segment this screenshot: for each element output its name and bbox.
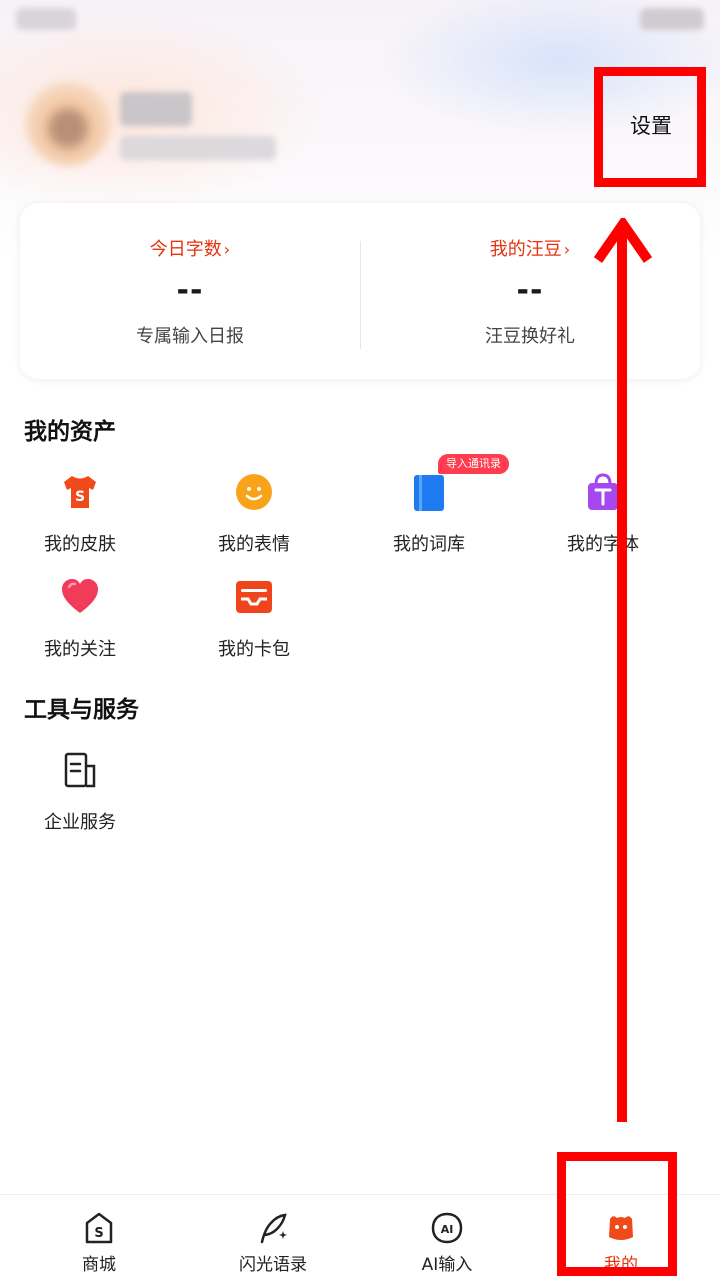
annotation-arrow-shaft xyxy=(617,232,627,1122)
skin-shirt-icon: S xyxy=(64,476,96,508)
asset-label: 我的词库 xyxy=(393,534,465,555)
asset-label: 我的字体 xyxy=(567,534,639,555)
tool-label: 企业服务 xyxy=(44,812,116,833)
stat-subtitle: 专属输入日报 xyxy=(136,326,244,347)
tab-flash-quotes[interactable]: 闪光语录 xyxy=(208,1195,338,1280)
svg-text:S: S xyxy=(75,489,85,505)
shop-icon: S xyxy=(85,1212,113,1244)
section-title-tools: 工具与服务 xyxy=(24,697,139,723)
chevron-right-icon: › xyxy=(223,240,231,259)
status-bar-time-blurred xyxy=(16,8,76,30)
stat-daily-words[interactable]: 今日字数 › -- 专属输入日报 xyxy=(20,203,360,379)
svg-text:S: S xyxy=(94,1226,103,1241)
chevron-right-icon: › xyxy=(563,240,571,259)
asset-label: 我的关注 xyxy=(44,639,116,660)
stat-value: -- xyxy=(516,273,544,308)
svg-text:AI: AI xyxy=(441,1223,454,1236)
highlight-box-settings xyxy=(594,67,706,187)
asset-label: 我的皮肤 xyxy=(44,534,116,555)
ai-input-icon: AI xyxy=(431,1212,463,1244)
status-bar-battery-blurred xyxy=(640,8,704,30)
asset-item-card-wallet[interactable]: 我的卡包 xyxy=(194,577,314,673)
emoji-face-icon xyxy=(236,474,272,510)
feather-quote-icon xyxy=(260,1213,287,1244)
asset-item-dictionary[interactable]: 我的词库 xyxy=(369,472,489,568)
asset-item-following[interactable]: 我的关注 xyxy=(20,577,140,673)
annotation-arrow-head-icon xyxy=(594,218,652,263)
tab-label: 闪光语录 xyxy=(239,1255,307,1275)
stat-subtitle: 汪豆换好礼 xyxy=(485,326,575,347)
asset-label: 我的卡包 xyxy=(218,639,290,660)
tab-ai-input[interactable]: AI AI输入 xyxy=(382,1195,512,1280)
heart-icon xyxy=(62,579,98,613)
stat-value: -- xyxy=(176,273,204,308)
tab-shop[interactable]: S 商城 xyxy=(34,1195,164,1280)
asset-item-skin[interactable]: S 我的皮肤 xyxy=(20,472,140,568)
import-contacts-badge[interactable]: 导入通讯录 xyxy=(438,454,509,474)
card-wallet-icon xyxy=(236,581,272,613)
enterprise-document-icon xyxy=(64,752,96,788)
highlight-box-profile-tab xyxy=(557,1152,677,1276)
asset-label: 我的表情 xyxy=(218,534,290,555)
tool-item-enterprise[interactable]: 企业服务 xyxy=(20,750,140,846)
dictionary-book-icon xyxy=(414,475,444,511)
tab-label: 商城 xyxy=(82,1255,116,1275)
asset-item-font[interactable]: 我的字体 xyxy=(543,472,663,568)
asset-item-emoji[interactable]: 我的表情 xyxy=(194,472,314,568)
section-title-assets: 我的资产 xyxy=(24,419,116,445)
user-name-blurred xyxy=(120,92,192,126)
tab-label: AI输入 xyxy=(421,1255,473,1275)
user-id-blurred xyxy=(120,136,276,160)
avatar[interactable] xyxy=(26,82,110,166)
stat-title: 今日字数 › xyxy=(149,239,231,260)
